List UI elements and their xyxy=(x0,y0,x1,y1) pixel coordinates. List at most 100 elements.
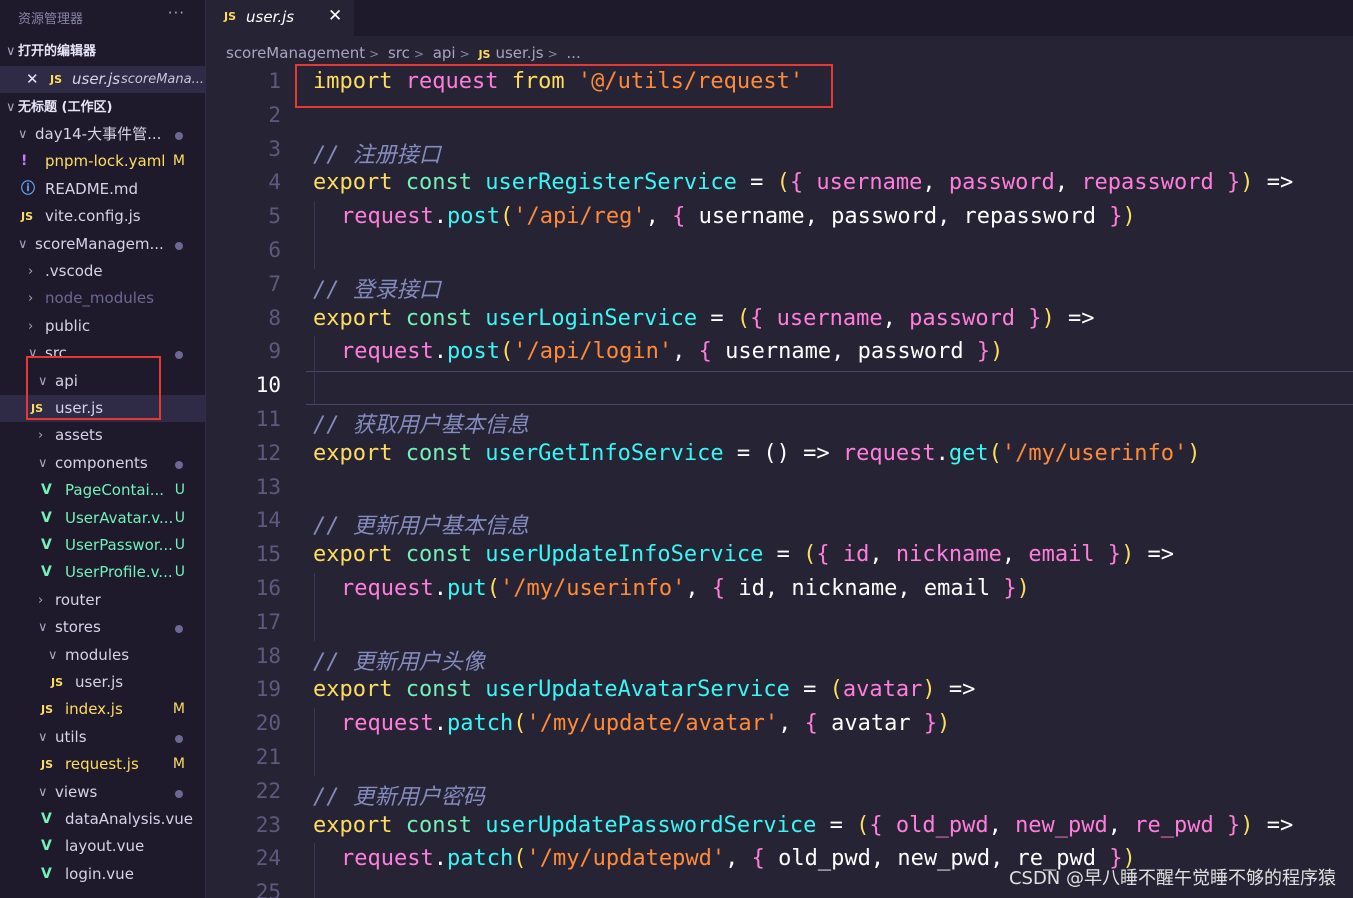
tab-user-js[interactable]: JS user.js ✕ xyxy=(206,0,354,36)
code-line[interactable]: 21 xyxy=(206,742,1353,776)
code-token: , xyxy=(988,812,1016,838)
chevron-right-icon: › xyxy=(38,592,44,608)
tree-file[interactable]: JS user.js xyxy=(0,669,205,696)
tree-folder[interactable]: › public xyxy=(0,313,205,340)
tree-file[interactable]: V PageContai... U xyxy=(0,477,205,504)
tree-file[interactable]: VdataAnalysis.vue xyxy=(0,806,205,833)
code-token: const xyxy=(405,440,486,466)
open-editors-section[interactable]: ∨ 打开的编辑器 xyxy=(0,38,205,65)
tree-file[interactable]: V UserPasswor... U xyxy=(0,532,205,559)
code-line[interactable]: 8 export const userLoginService = ({ user… xyxy=(206,303,1353,337)
code-line[interactable]: 17 xyxy=(206,606,1353,641)
code-token: } xyxy=(1096,204,1123,230)
breadcrumb-item[interactable]: scoreManagement xyxy=(226,44,365,62)
line-number: 17 xyxy=(255,609,281,634)
code-line[interactable]: 22 // 更新用户密码 xyxy=(206,776,1353,810)
chevron-right-icon: › xyxy=(28,318,34,334)
tree-file[interactable]: V UserProfile.v... U xyxy=(0,559,205,586)
tab-label: user.js xyxy=(246,8,295,26)
code-line[interactable]: 3 // 注册接口 xyxy=(206,134,1353,168)
code-token: => xyxy=(935,677,976,703)
code-line[interactable]: 16 request.put('/my/userinfo', { id, nick… xyxy=(206,573,1353,607)
tree-file[interactable]: V UserAvatar.v... U xyxy=(0,505,205,532)
tree-file[interactable]: Vlogin.vue xyxy=(0,861,205,888)
code-token: re_pwd xyxy=(1134,812,1214,838)
code-editor[interactable]: 1 import request from '@/utils/request' 2 3… xyxy=(206,66,1353,898)
tree-folder[interactable]: ∨ day14-大事件管... xyxy=(0,121,205,148)
chevron-right-icon: › xyxy=(28,264,34,279)
code-token: ) xyxy=(1122,204,1136,230)
code-token: ) xyxy=(1187,440,1201,466)
code-line[interactable]: 5 request.post('/api/reg', { username, pa… xyxy=(206,201,1353,236)
tree-folder[interactable]: ∨ components xyxy=(0,450,205,477)
tree-file[interactable]: ⓘ README.md xyxy=(0,176,205,203)
tree-file[interactable]: JS vite.config.js xyxy=(0,203,205,230)
tree-folder[interactable]: › node_modules xyxy=(0,285,205,312)
code-token: ( xyxy=(736,305,751,331)
breadcrumb-item[interactable]: api xyxy=(433,44,456,62)
tree-file[interactable]: JS request.js M xyxy=(0,751,205,778)
chevron-down-icon: ∨ xyxy=(18,236,28,252)
tree-item-label: dataAnalysis.vue xyxy=(65,810,193,828)
code-token: . xyxy=(433,339,447,365)
tree-item-label: router xyxy=(55,590,101,609)
tree-item-label: README.md xyxy=(45,179,139,198)
tree-folder[interactable]: › router xyxy=(0,587,205,614)
tree-file[interactable]: Vlayout.vue xyxy=(0,833,205,860)
more-actions-icon[interactable]: ··· xyxy=(168,4,185,22)
modified-dot xyxy=(175,351,183,360)
code-line[interactable]: 23 export const userUpdatePasswordService… xyxy=(206,810,1353,844)
code-line[interactable]: 11 // 获取用户基本信息 xyxy=(206,404,1353,438)
explorer-sidebar: 资源管理器 ··· ∨ 打开的编辑器 ✕ JS user.js scoreMan… xyxy=(0,0,206,898)
code-token: = xyxy=(816,812,857,838)
code-line[interactable]: 20 request.patch('/my/update/avatar', { a… xyxy=(206,708,1353,743)
code-line[interactable]: 14 // 更新用户基本信息 xyxy=(206,505,1353,539)
git-status-badge: U xyxy=(174,482,185,499)
explorer-title: 资源管理器 xyxy=(18,12,84,27)
tree-item-label: pnpm-lock.yaml xyxy=(45,152,166,171)
open-editor-item[interactable]: ✕ JS user.js scoreMana... xyxy=(0,66,205,93)
code-token: username xyxy=(776,305,883,331)
code-line[interactable]: 10 xyxy=(206,370,1353,406)
code-token: ) xyxy=(1121,542,1135,568)
workspace-header: 无标题 (工作区) xyxy=(18,100,113,115)
line-number: 14 xyxy=(255,508,281,533)
tree-file[interactable]: JS index.js M xyxy=(0,696,205,723)
code-token: username, password xyxy=(725,339,964,365)
code-token: userRegisterService xyxy=(485,170,737,196)
workspace-section[interactable]: ∨ 无标题 (工作区) xyxy=(0,94,205,121)
tree-folder[interactable]: ∨ stores xyxy=(0,614,205,641)
code-token: request xyxy=(842,440,936,466)
tree-folder[interactable]: › .vscode xyxy=(0,258,205,285)
close-icon[interactable]: ✕ xyxy=(328,6,342,26)
code-line[interactable]: 19 export const userUpdateAvatarService =… xyxy=(206,674,1353,708)
indent-guide xyxy=(314,201,315,236)
open-editor-name: user.js xyxy=(72,70,121,88)
tree-folder[interactable]: ∨ views xyxy=(0,779,205,806)
code-text: request.put('/my/userinfo', { id, nickna… xyxy=(341,576,1030,601)
tree-folder[interactable]: ∨ modules xyxy=(0,642,205,669)
breadcrumb-more[interactable]: ... xyxy=(566,44,580,62)
line-number: 22 xyxy=(255,778,281,803)
modified-dot xyxy=(175,241,183,250)
code-line[interactable]: 13 xyxy=(206,472,1353,506)
code-line[interactable]: 9 request.post('/api/login', { username, … xyxy=(206,336,1353,371)
code-token: . xyxy=(433,846,447,872)
tree-item-label: layout.vue xyxy=(65,837,145,856)
tree-folder[interactable]: ∨ scoreManagem... xyxy=(0,231,205,258)
close-icon[interactable]: ✕ xyxy=(26,66,39,93)
breadcrumb-item[interactable]: src xyxy=(388,44,410,62)
code-line[interactable]: 12 export const userGetInfoService = () =… xyxy=(206,438,1353,472)
breadcrumb-file[interactable]: user.js xyxy=(495,44,543,62)
code-line[interactable]: 6 xyxy=(206,235,1353,269)
tree-folder[interactable]: › assets xyxy=(0,422,205,449)
code-text: // 注册接口 xyxy=(313,137,441,169)
code-token: ( xyxy=(499,204,514,230)
code-line[interactable]: 7 // 登录接口 xyxy=(206,269,1353,303)
code-line[interactable]: 18 // 更新用户头像 xyxy=(206,641,1353,675)
code-line[interactable]: 15 export const userUpdateInfoService = (… xyxy=(206,539,1353,573)
code-token: => xyxy=(1134,542,1175,568)
tree-folder[interactable]: ∨ utils xyxy=(0,724,205,751)
tree-file[interactable]: ! pnpm-lock.yaml M xyxy=(0,148,205,175)
code-line[interactable]: 4 export const userRegisterService = ({ u… xyxy=(206,167,1353,201)
